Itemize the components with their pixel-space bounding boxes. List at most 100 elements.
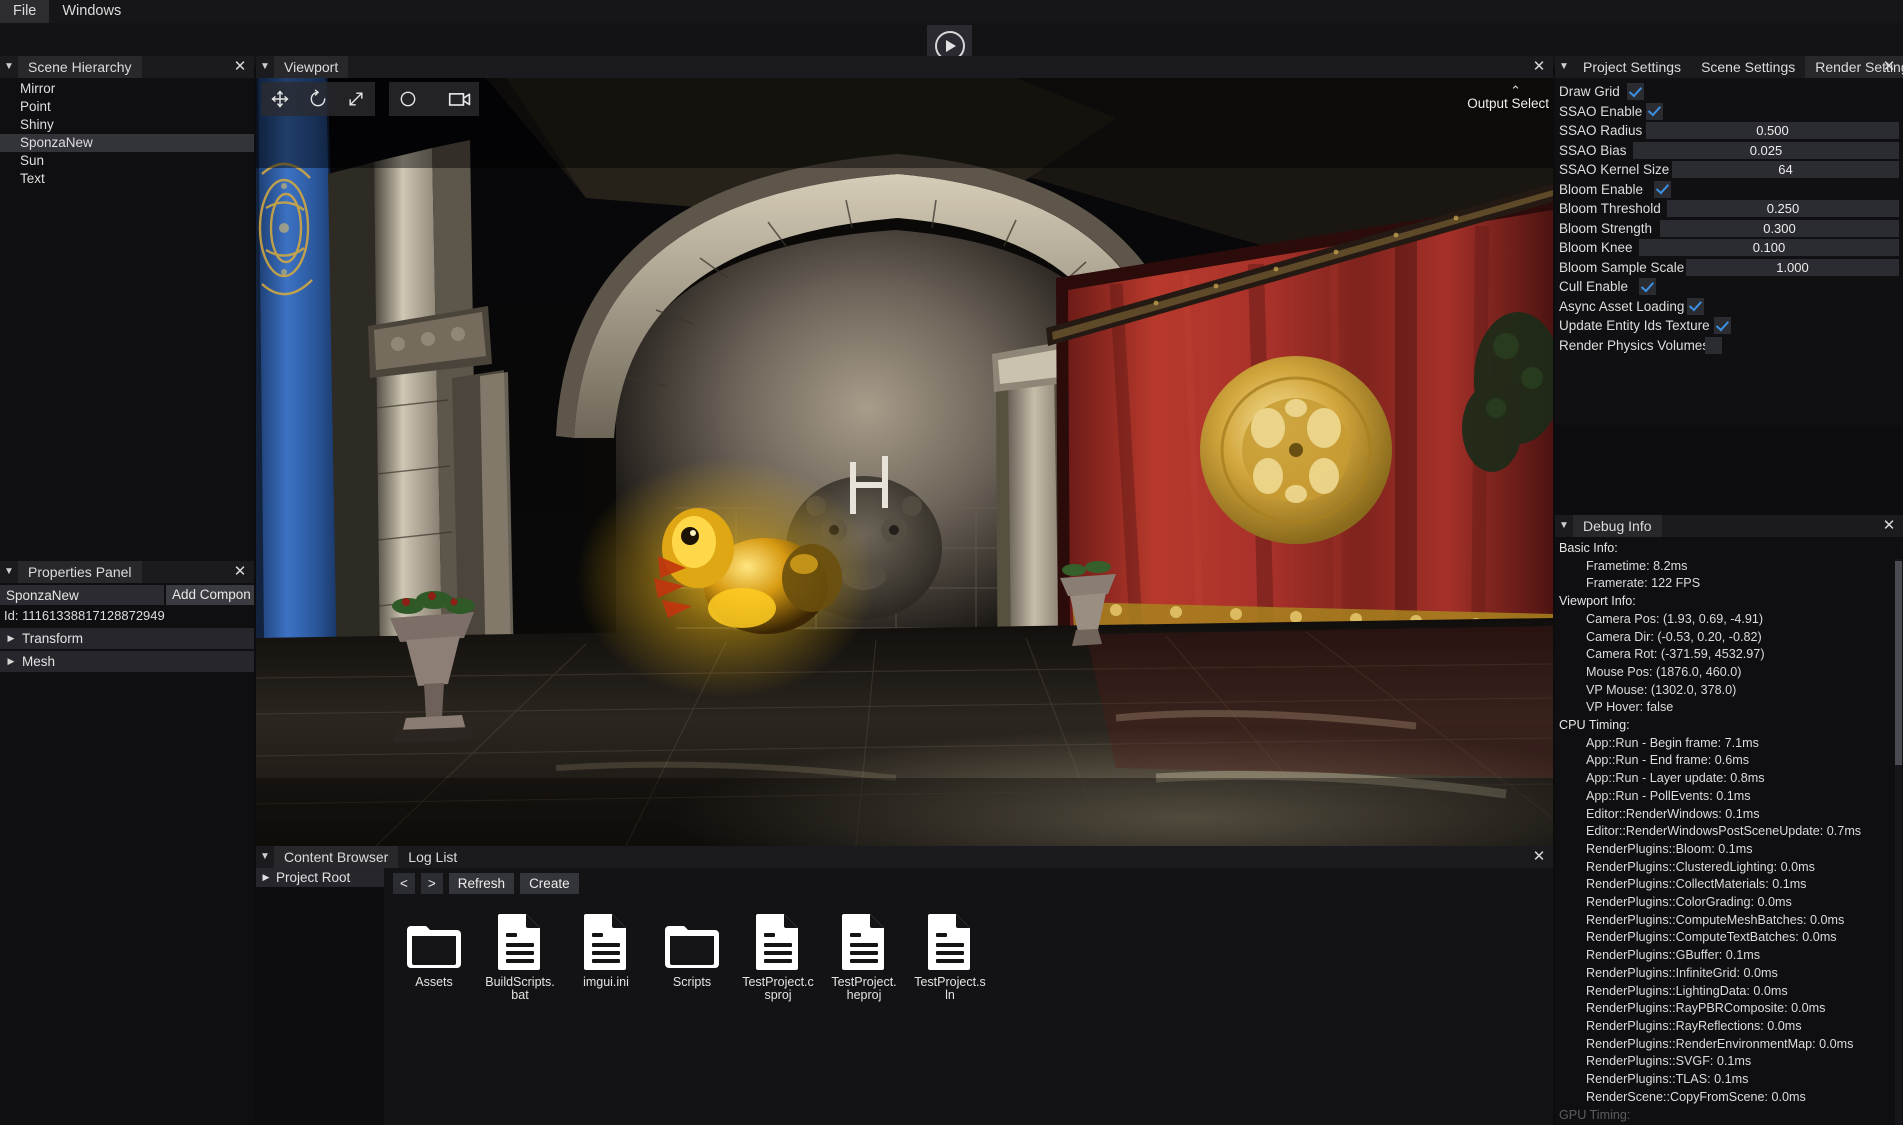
- debug-line: RenderPlugins::RayPBRComposite: 0.0ms: [1586, 1001, 1826, 1016]
- file-item[interactable]: TestProject.sln: [914, 904, 986, 1002]
- slider-bloom-sample-scale[interactable]: 1.000: [1686, 258, 1899, 276]
- camera-tool-button[interactable]: [441, 82, 479, 116]
- scale-tool-button[interactable]: [337, 82, 375, 116]
- render-settings-list: Draw Grid SSAO Enable SSAO Radius 0.500 SSAO…: [1555, 78, 1903, 355]
- collapse-caret-icon[interactable]: ▼: [1555, 515, 1573, 537]
- hierarchy-item-text[interactable]: Text: [0, 170, 254, 188]
- file-icon-wrap: [914, 904, 986, 970]
- component-mesh[interactable]: ▶ Mesh: [0, 651, 254, 672]
- setting-label-bloom-knee: Bloom Knee: [1559, 240, 1633, 256]
- tab-content-browser[interactable]: Content Browser: [274, 846, 399, 868]
- slider-ssao-radius[interactable]: 0.500: [1646, 122, 1899, 140]
- chevron-up-icon[interactable]: ⌃: [1467, 84, 1521, 97]
- close-icon[interactable]: ✕: [232, 56, 248, 78]
- debug-line: RenderPlugins::GBuffer: 0.1ms: [1586, 948, 1761, 963]
- hierarchy-item-point[interactable]: Point: [0, 98, 254, 116]
- hierarchy-item-shiny[interactable]: Shiny: [0, 116, 254, 134]
- slider-bloom-strength[interactable]: 0.300: [1660, 219, 1899, 237]
- checkbox-ssao-enable[interactable]: [1646, 102, 1663, 120]
- hierarchy-item-sun[interactable]: Sun: [0, 152, 254, 170]
- checkbox-bloom-enable[interactable]: [1654, 180, 1671, 198]
- viewport-header: ▼ Viewport ✕: [256, 56, 1553, 78]
- checkbox-cull-enable[interactable]: [1639, 278, 1656, 296]
- expand-triangle-icon[interactable]: ▶: [0, 633, 22, 644]
- hierarchy-item-sponzanew[interactable]: SponzaNew: [0, 134, 254, 152]
- file-grid: Assets BuildScripts.bat imgui.ini Scripts Te…: [384, 894, 1553, 1002]
- entity-name-input[interactable]: [0, 585, 164, 605]
- forward-button[interactable]: >: [420, 873, 443, 894]
- collapse-caret-icon[interactable]: ▼: [1555, 56, 1573, 78]
- checkbox-async-asset-loading[interactable]: [1687, 297, 1704, 315]
- file-item[interactable]: Assets: [398, 904, 470, 1002]
- slider-bloom-knee[interactable]: 0.100: [1639, 239, 1899, 257]
- tab-viewport[interactable]: Viewport: [274, 56, 349, 78]
- move-tool-button[interactable]: [261, 82, 299, 116]
- tab-log-list[interactable]: Log List: [398, 846, 467, 868]
- add-component-button[interactable]: Add Compon: [166, 585, 254, 605]
- file-icon: [498, 914, 540, 970]
- output-select[interactable]: ⌃ Output Select: [1467, 84, 1549, 111]
- file-item[interactable]: imgui.ini: [570, 904, 642, 1002]
- camera-icon: [448, 93, 471, 106]
- folder-icon-wrap: [398, 904, 470, 970]
- collapse-caret-icon[interactable]: ▼: [256, 56, 274, 78]
- tab-properties-panel[interactable]: Properties Panel: [18, 561, 142, 583]
- collapse-caret-icon[interactable]: ▼: [0, 561, 18, 583]
- file-item[interactable]: TestProject.heproj: [828, 904, 900, 1002]
- create-button[interactable]: Create: [520, 873, 579, 894]
- select-circle-tool-button[interactable]: [389, 82, 427, 116]
- debug-line: RenderPlugins::InfiniteGrid: 0.0ms: [1586, 965, 1778, 980]
- tab-scene-settings[interactable]: Scene Settings: [1691, 56, 1805, 78]
- file-item[interactable]: Scripts: [656, 904, 728, 1002]
- scene-hierarchy-panel: ▼ Scene Hierarchy ✕ Mirror Point Shiny Spon…: [0, 56, 254, 561]
- collapse-caret-icon[interactable]: ▼: [256, 846, 274, 868]
- close-icon[interactable]: ✕: [1531, 846, 1547, 868]
- move-icon: [271, 90, 289, 108]
- tab-debug-info[interactable]: Debug Info: [1573, 515, 1662, 537]
- component-transform[interactable]: ▶ Transform: [0, 628, 254, 649]
- file-item[interactable]: BuildScripts.bat: [484, 904, 556, 1002]
- output-select-label[interactable]: Output Select: [1467, 96, 1549, 111]
- setting-row: Draw Grid: [1559, 82, 1903, 102]
- collapse-caret-icon[interactable]: ▼: [0, 56, 18, 78]
- viewport-canvas[interactable]: ⌃ Output Select: [256, 78, 1553, 846]
- tab-scene-hierarchy[interactable]: Scene Hierarchy: [18, 56, 142, 78]
- expand-triangle-icon[interactable]: ▶: [0, 656, 22, 667]
- debug-line: RenderPlugins::RenderEnvironmentMap: 0.0…: [1586, 1036, 1854, 1051]
- menu-file[interactable]: File: [0, 0, 50, 23]
- checkbox-render-physics-volumes[interactable]: [1705, 336, 1722, 354]
- close-icon[interactable]: ✕: [1881, 515, 1897, 537]
- debug-info-content: Basic Info: Frametime: 8.2ms Framerate: 12…: [1555, 537, 1903, 1125]
- expand-triangle-icon[interactable]: ▶: [256, 868, 276, 887]
- setting-row: SSAO Radius 0.500: [1559, 121, 1903, 141]
- rotate-tool-button[interactable]: [299, 82, 337, 116]
- hierarchy-item-mirror[interactable]: Mirror: [0, 80, 254, 98]
- scale-icon: [349, 92, 363, 106]
- checkbox-update-entity-ids-texture[interactable]: [1714, 317, 1731, 335]
- settings-panel: ▼ Project Settings Scene Settings Render…: [1555, 56, 1903, 425]
- setting-row: Bloom Strength 0.300: [1559, 219, 1903, 239]
- refresh-button[interactable]: Refresh: [448, 873, 515, 894]
- close-icon[interactable]: ✕: [1881, 56, 1897, 78]
- debug-scrollbar-thumb[interactable]: [1895, 561, 1902, 765]
- setting-row: SSAO Enable: [1559, 102, 1903, 122]
- tab-project-settings[interactable]: Project Settings: [1573, 56, 1691, 78]
- folder-icon-wrap: [656, 904, 728, 970]
- slider-ssao-bias[interactable]: 0.025: [1633, 141, 1899, 159]
- slider-value: 0.100: [1752, 240, 1786, 256]
- file-item[interactable]: TestProject.csproj: [742, 904, 814, 1002]
- slider-value: 64: [1778, 162, 1793, 178]
- slider-ssao-kernel-size[interactable]: 64: [1672, 161, 1899, 179]
- slider-bloom-threshold[interactable]: 0.250: [1667, 200, 1899, 218]
- file-label: TestProject.csproj: [742, 975, 814, 1002]
- menu-windows[interactable]: Windows: [49, 0, 134, 23]
- debug-line: RenderPlugins::Bloom: 0.1ms: [1586, 841, 1753, 856]
- file-icon-wrap: [570, 904, 642, 970]
- folder-icon: [665, 926, 719, 968]
- checkbox-draw-grid[interactable]: [1627, 83, 1644, 101]
- tree-item-project-root[interactable]: ▶ Project Root: [256, 868, 384, 887]
- close-icon[interactable]: ✕: [232, 561, 248, 583]
- back-button[interactable]: <: [393, 873, 415, 894]
- close-icon[interactable]: ✕: [1531, 56, 1547, 78]
- file-icon: [584, 914, 626, 970]
